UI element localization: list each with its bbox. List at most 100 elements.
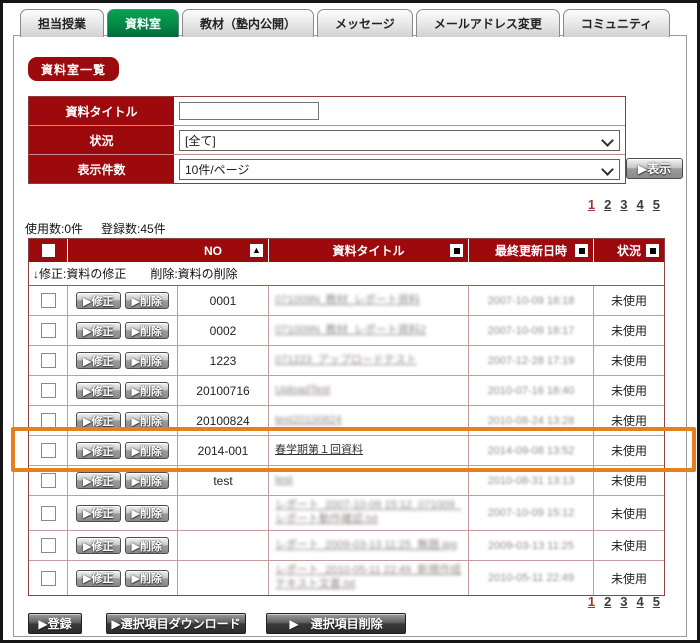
header-updated: 最終更新日時 (495, 242, 567, 259)
edit-button[interactable]: ▶修正 (76, 352, 120, 369)
material-title-link[interactable]: 071223_アップロードテスト (275, 354, 417, 368)
delete-button[interactable]: ▶削除 (125, 537, 169, 554)
delete-button[interactable]: ▶削除 (125, 442, 169, 459)
sort-asc-icon[interactable]: ▲ (250, 244, 263, 257)
row-no: 1223 (177, 346, 268, 375)
edit-button[interactable]: ▶修正 (76, 442, 120, 459)
page-link-1[interactable]: 1 (588, 594, 595, 609)
download-selected-button[interactable]: ▶選択項目ダウンロード (106, 613, 246, 634)
tab-message[interactable]: メッセージ (317, 9, 413, 37)
tab-tantou-jugyou[interactable]: 担当授業 (20, 9, 104, 37)
delete-button[interactable]: ▶削除 (125, 382, 169, 399)
column-sort-icon[interactable] (646, 244, 659, 257)
pagesize-select[interactable]: 10件/ページ (179, 159, 620, 180)
material-title-link[interactable]: 071009N_教材_レポート資料2 (275, 324, 426, 338)
tab-kyouzai-koukai[interactable]: 教材（塾内公開） (182, 9, 314, 37)
row-status: 未使用 (593, 376, 664, 405)
registered-count: 登録数:45件 (101, 222, 166, 236)
header-no: NO (178, 244, 248, 258)
page-link-1[interactable]: 1 (588, 197, 595, 212)
show-button[interactable]: ▶表示 (626, 158, 683, 179)
updated-datetime: 2009-03-13 11:25 (488, 540, 574, 552)
delete-button[interactable]: ▶削除 (125, 412, 169, 429)
row-checkbox[interactable] (41, 323, 56, 338)
row-updated: 2010-08-24 13:28 (468, 406, 593, 435)
status-select[interactable]: [全て] (179, 130, 620, 151)
tab-community[interactable]: コミュニティ (563, 9, 670, 37)
row-checkbox[interactable] (41, 571, 56, 586)
register-button[interactable]: ▶登録 (28, 613, 82, 634)
material-title-link[interactable]: 071009N_教材_レポート資料 (275, 294, 420, 308)
chevron-down-icon (601, 134, 614, 147)
row-checkbox[interactable] (41, 353, 56, 368)
column-sort-icon[interactable] (450, 244, 463, 257)
page-link-4[interactable]: 4 (637, 197, 644, 212)
updated-datetime: 2014-09-08 13:52 (488, 445, 575, 457)
row-actions-cell: ▶修正 ▶削除 (67, 496, 177, 530)
page-link-3[interactable]: 3 (620, 197, 627, 212)
edit-button[interactable]: ▶修正 (76, 292, 120, 309)
page-title: 資料室一覧 (28, 57, 119, 81)
row-status: 未使用 (593, 436, 664, 465)
material-title-link[interactable]: レポート_2009-03-13 11:25_無題.jpg (275, 539, 457, 553)
pagesize-field-label: 表示件数 (29, 155, 174, 183)
row-checkbox-cell (29, 436, 67, 465)
row-checkbox-cell (29, 466, 67, 495)
edit-button[interactable]: ▶修正 (76, 537, 120, 554)
edit-button[interactable]: ▶修正 (76, 382, 120, 399)
material-title-link[interactable]: test (275, 474, 293, 488)
row-checkbox[interactable] (41, 293, 56, 308)
row-checkbox[interactable] (41, 383, 56, 398)
delete-button[interactable]: ▶削除 (125, 570, 169, 587)
row-checkbox[interactable] (41, 506, 56, 521)
select-all-checkbox-icon[interactable] (42, 244, 55, 257)
table-row-highlighted: ▶修正▶削除2014-001春学期第１回資料2014-09-08 13:52未使… (29, 435, 664, 465)
edit-button[interactable]: ▶修正 (76, 505, 120, 522)
row-title-cell: 071009N_教材_レポート資料2 (268, 316, 468, 345)
material-title-link[interactable]: レポート_2010-05-11 22:49_新規作成テキスト文書.txt (275, 564, 462, 592)
delete-button[interactable]: ▶削除 (125, 472, 169, 489)
edit-button[interactable]: ▶修正 (76, 412, 120, 429)
updated-datetime: 2010-08-24 13:28 (488, 415, 575, 427)
delete-button[interactable]: ▶削除 (125, 505, 169, 522)
edit-button[interactable]: ▶修正 (76, 472, 120, 489)
row-updated: 2009-03-13 11:25 (468, 531, 593, 560)
material-title-link[interactable]: test20100824 (275, 414, 342, 428)
page-link-2[interactable]: 2 (604, 594, 611, 609)
row-title-cell: レポート_2009-03-13 11:25_無題.jpg (268, 531, 468, 560)
chevron-down-icon (601, 163, 614, 176)
updated-datetime: 2010-05-11 22:49 (488, 572, 574, 584)
row-status: 未使用 (593, 286, 664, 315)
tab-shiryoushitsu[interactable]: 資料室 (107, 9, 179, 37)
row-actions-cell: ▶修正 ▶削除 (67, 436, 177, 465)
row-checkbox-cell (29, 406, 67, 435)
row-status: 未使用 (593, 531, 664, 560)
row-updated: 2007-10-09 18:17 (468, 316, 593, 345)
page-link-5[interactable]: 5 (653, 197, 660, 212)
delete-selected-button[interactable]: ▶ 選択項目削除 (266, 613, 406, 634)
edit-button[interactable]: ▶修正 (76, 570, 120, 587)
tab-mail-address-henkou[interactable]: メールアドレス変更 (416, 9, 560, 37)
delete-button[interactable]: ▶削除 (125, 352, 169, 369)
material-title-link[interactable]: レポート_2007-10-09 15:12_071009_レポート動作確認.tx… (275, 499, 462, 527)
material-title-link[interactable]: UploadTest (275, 384, 330, 398)
delete-button[interactable]: ▶削除 (125, 292, 169, 309)
row-no: 0001 (177, 286, 268, 315)
row-checkbox[interactable] (41, 413, 56, 428)
edit-button[interactable]: ▶修正 (76, 322, 120, 339)
page-link-5[interactable]: 5 (653, 594, 660, 609)
material-title-link[interactable]: 春学期第１回資料 (275, 444, 363, 458)
page-link-2[interactable]: 2 (604, 197, 611, 212)
page-link-3[interactable]: 3 (620, 594, 627, 609)
row-checkbox[interactable] (41, 473, 56, 488)
table-header-row: NO ▲ 資料タイトル 最終更新日時 状況 (29, 239, 664, 262)
row-checkbox[interactable] (41, 538, 56, 553)
page-link-4[interactable]: 4 (637, 594, 644, 609)
column-sort-icon[interactable] (575, 244, 588, 257)
material-title-input[interactable] (179, 102, 319, 120)
row-checkbox[interactable] (41, 443, 56, 458)
row-updated: 2007-10-09 15:12 (468, 496, 593, 530)
row-title-cell: 071223_アップロードテスト (268, 346, 468, 375)
delete-button[interactable]: ▶削除 (125, 322, 169, 339)
row-title-cell: レポート_2010-05-11 22:49_新規作成テキスト文書.txt (268, 561, 468, 595)
